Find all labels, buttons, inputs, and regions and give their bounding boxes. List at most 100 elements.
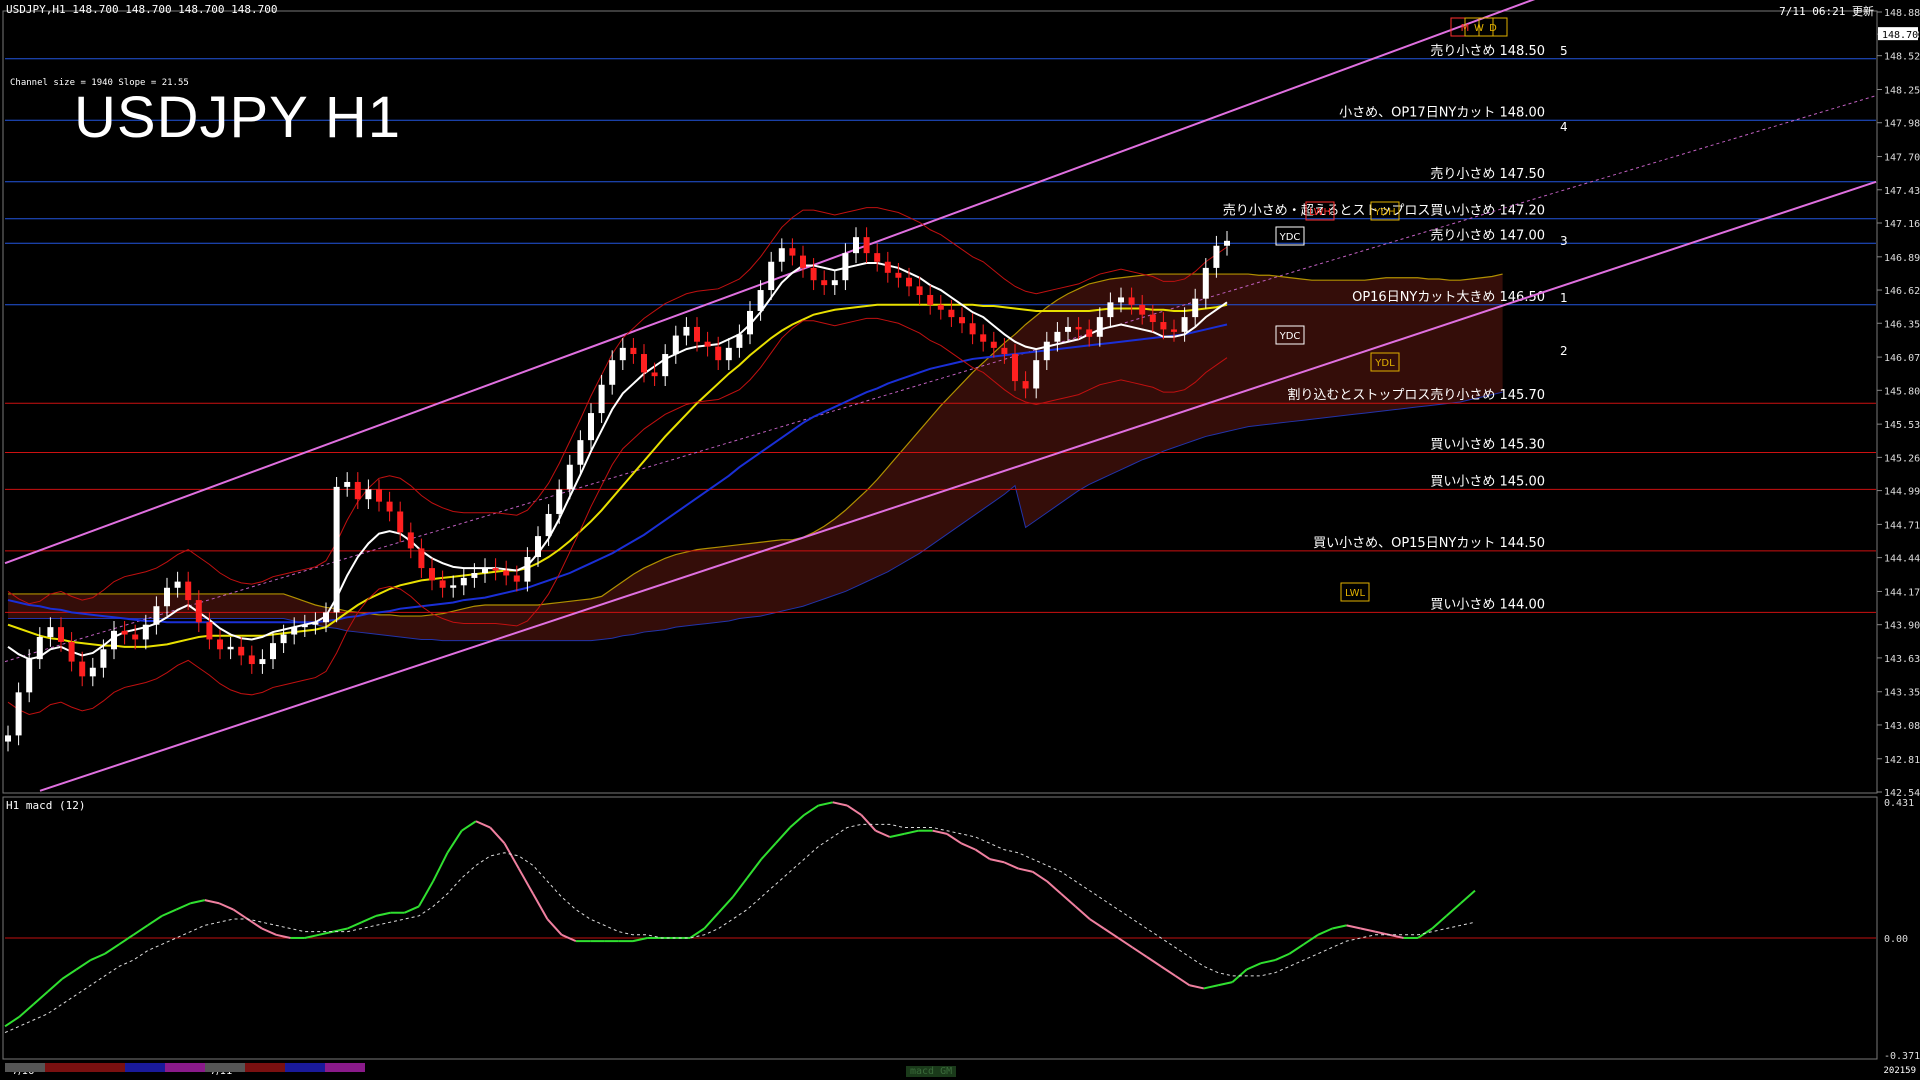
candle-body — [121, 630, 128, 635]
price-tick-label: 145.530 — [1884, 420, 1920, 431]
macd-tick-label: 0.00 — [1884, 934, 1908, 945]
marker-label: YDC — [1279, 331, 1301, 342]
level-label: 買い小さめ 145.30 — [1430, 437, 1545, 452]
candle-body — [842, 253, 849, 281]
price-tick-label: 144.170 — [1884, 587, 1920, 598]
candle-body — [1075, 326, 1082, 330]
session-block — [245, 1063, 285, 1072]
price-tick-label: 147.980 — [1884, 119, 1920, 130]
marker-label: YDH — [1373, 207, 1395, 218]
candle-body — [344, 481, 351, 487]
datetime-header: 7/11 06:21 更新 — [1779, 5, 1874, 18]
candle-body — [1213, 245, 1220, 268]
price-tick-label: 147.705 — [1884, 153, 1920, 164]
candle-body — [482, 568, 488, 574]
projection-label: 1 — [1560, 291, 1568, 305]
level-label: 売り小さめ 147.50 — [1430, 166, 1545, 182]
candle-body — [948, 309, 955, 318]
candle-body — [906, 277, 912, 287]
candle-body — [1192, 298, 1199, 318]
candle-body — [810, 267, 817, 281]
candle-body — [238, 646, 245, 656]
candle-body — [1054, 331, 1061, 342]
candle-body — [619, 347, 626, 361]
candle-body — [26, 659, 33, 693]
macd-tab[interactable]: macd GM — [906, 1066, 957, 1077]
level-label: 小さめ、OP17日NYカット 148.00 — [1339, 105, 1545, 120]
candle-body — [450, 585, 457, 588]
big-title: USDJPY H1 — [74, 85, 402, 150]
session-block — [325, 1063, 365, 1072]
candle-body — [68, 641, 75, 662]
candle-body — [725, 347, 732, 361]
price-tick-label: 147.435 — [1884, 186, 1920, 197]
candle-body — [15, 692, 22, 736]
macd-tick-label: -0.371 — [1884, 1051, 1920, 1062]
candle-body — [747, 310, 753, 335]
candle-body — [1096, 317, 1103, 337]
marker-label: YDL — [1374, 358, 1395, 369]
candle-body — [58, 627, 64, 642]
candle-body — [895, 272, 902, 278]
candle-body — [354, 481, 361, 500]
price-tick-label: 144.715 — [1884, 520, 1920, 531]
level-label: 売り小さめ 147.00 — [1430, 227, 1545, 243]
candle-body — [662, 354, 669, 377]
candle-body — [1128, 297, 1135, 305]
bottom-code: 202159 — [1883, 1066, 1916, 1076]
candle-body — [513, 575, 520, 582]
candle-body — [217, 639, 223, 650]
projection-label: 5 — [1560, 44, 1568, 58]
candle-body — [831, 280, 838, 286]
level-label: 割り込むとストップロス売り小さめ 145.70 — [1287, 387, 1545, 403]
price-tick-label: 147.165 — [1884, 219, 1920, 230]
candle-body — [503, 570, 510, 576]
candle-body — [111, 630, 117, 650]
candle-body — [1107, 302, 1114, 318]
candle-body — [990, 341, 997, 348]
candle-body — [609, 360, 616, 385]
candle-body — [980, 334, 987, 342]
symbol-header: USDJPY,H1 148.700 148.700 148.700 148.70… — [6, 3, 278, 16]
candle-body — [1224, 240, 1230, 246]
candle-body — [36, 636, 43, 660]
candle-body — [79, 661, 86, 677]
candle-body — [884, 261, 891, 273]
candle-body — [630, 347, 637, 355]
candle-body — [1181, 317, 1188, 332]
session-block — [205, 1063, 245, 1072]
candle-body — [821, 280, 828, 286]
candle-body — [969, 323, 976, 335]
price-tick-label: 144.990 — [1884, 487, 1920, 498]
candle-body — [132, 634, 139, 640]
candle-body — [248, 655, 255, 665]
projection-label: 4 — [1560, 120, 1568, 134]
candle-body — [439, 580, 446, 588]
candle-body — [174, 581, 181, 588]
candle-body — [768, 261, 775, 291]
candle-body — [397, 511, 404, 533]
candle-body — [715, 346, 722, 361]
candle-body — [704, 341, 711, 347]
candle-body — [5, 735, 11, 742]
candle-body — [1043, 341, 1050, 361]
level-label: OP16日NYカット大きめ 146.50 — [1352, 290, 1545, 305]
candle-body — [164, 587, 170, 607]
candle-body — [471, 573, 478, 578]
candle-body — [545, 513, 552, 537]
price-tick-label: 148.880 — [1884, 8, 1920, 19]
candle-body — [916, 286, 923, 295]
candle-body — [153, 606, 160, 625]
level-label: 買い小さめ 144.00 — [1430, 597, 1545, 612]
candle-body — [672, 335, 679, 355]
candle-body — [227, 646, 234, 650]
projection-label: 3 — [1560, 234, 1568, 248]
session-block — [125, 1063, 165, 1072]
price-tick-label: 146.350 — [1884, 319, 1920, 330]
candle-body — [291, 627, 298, 635]
candle-body — [89, 667, 96, 677]
current-price-label: 148.700 — [1882, 30, 1920, 41]
candle-body — [1171, 329, 1177, 332]
marker-label: LWL — [1345, 588, 1366, 599]
candle-body — [1086, 329, 1093, 337]
